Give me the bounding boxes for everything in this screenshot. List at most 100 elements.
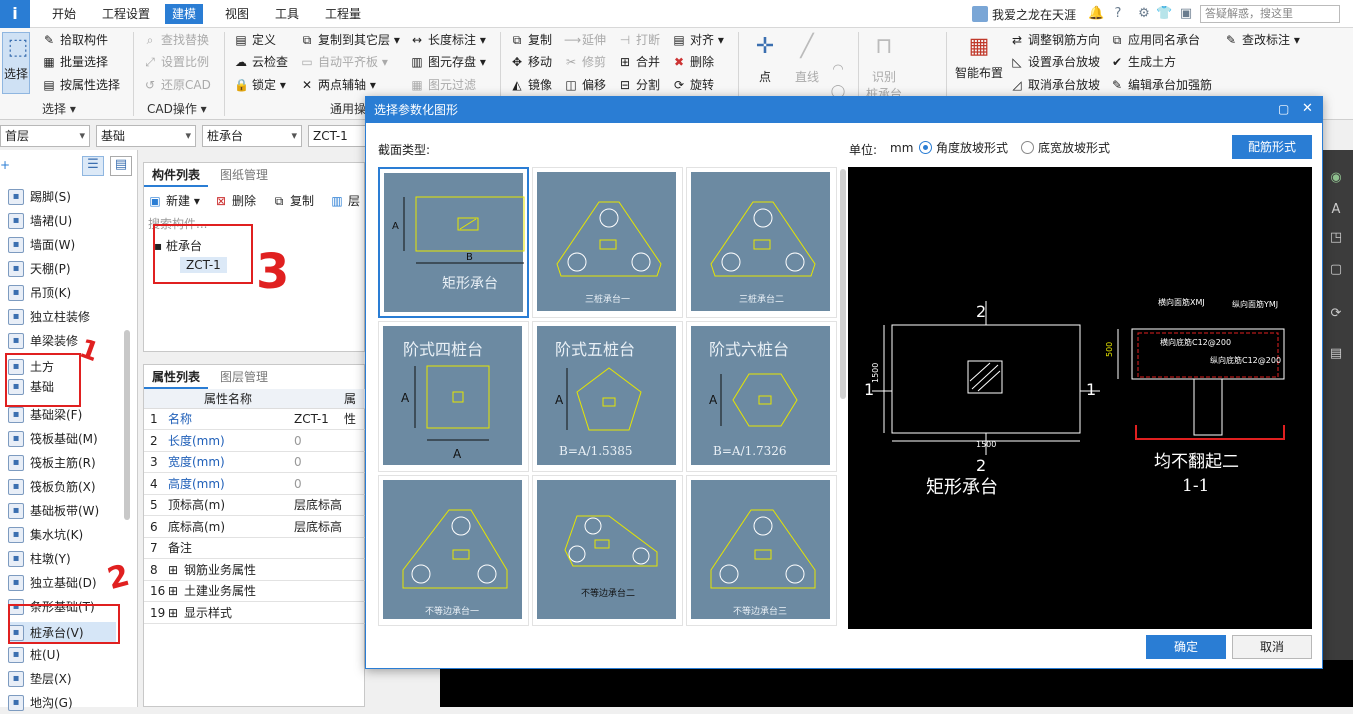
delete-button[interactable]: ✖ 删除 [672,52,714,72]
offset-button[interactable]: ◫ 偏移 [564,75,606,95]
attr-row[interactable]: 4 高度(mm) 0 [144,474,366,495]
define-button[interactable]: ▤ 定义 [234,30,276,50]
nav-item[interactable]: ▪ 筏板主筋(R) [8,452,96,474]
nav-item[interactable]: ▪ 单梁装修 [8,330,78,352]
expand-icon[interactable]: ⊞ [168,560,178,581]
scrollbar[interactable] [124,330,130,520]
lock-button[interactable]: 🔒 锁定 ▾ [234,75,286,95]
new-button[interactable]: ▣ 新建 ▾ [148,191,200,211]
set-scale[interactable]: ⤢ 设置比例 [143,52,209,72]
nav-item[interactable]: ▪ 地沟(G) [8,692,73,714]
move-button[interactable]: ✥ 移动 [510,52,552,72]
text-icon[interactable]: A [1328,202,1344,218]
attr-row[interactable]: 19 ⊞ 显示样式 [144,603,366,624]
apply-same-cap[interactable]: ⧉ 应用同名承台 [1110,30,1200,50]
nav-item[interactable]: ▪ 基础梁(F) [8,404,82,426]
attr-row[interactable]: 8 ⊞ 钢筋业务属性 [144,560,366,581]
globe-icon[interactable]: ◉ [1328,170,1344,186]
length-dim[interactable]: ↔ 长度标注 ▾ [410,30,486,50]
group-general[interactable]: 通用操 [330,100,366,118]
batch-select[interactable]: ▦ 批量选择 [42,52,108,72]
table-icon[interactable]: ▤ [1328,346,1344,362]
nav-item[interactable]: ▪ 独立柱装修 [8,306,90,328]
gen-earthwork[interactable]: ✔ 生成土方 [1110,52,1176,72]
menu-tools[interactable]: 工具 [268,4,306,24]
window-icon[interactable]: ▣ [1178,6,1194,22]
copy-button[interactable]: ⧉ 复制 [510,30,552,50]
layer-button[interactable]: ▥ 层 [330,191,360,211]
nav-item[interactable]: ▪ 吊顶(K) [8,282,71,304]
nav-item[interactable]: ▪ 天棚(P) [8,258,71,280]
menu-quantity[interactable]: 工程量 [318,4,368,24]
attr-row[interactable]: 16 ⊞ 土建业务属性 [144,581,366,602]
app-logo[interactable]: i [0,0,30,28]
user-info[interactable]: 我爱之龙在天涯 [972,5,1076,23]
nav-item[interactable]: ▪ 桩(U) [8,644,60,666]
grid-scrollbar[interactable] [840,169,846,399]
element-filter[interactable]: ▦ 图元过滤 [410,75,476,95]
close-icon[interactable]: ✕ [1302,101,1313,116]
option-angle[interactable]: 角度放坡形式 [919,139,1008,156]
attr-select[interactable]: ▤ 按属性选择 [42,75,120,95]
point-button[interactable]: ✛ 点 [748,32,782,85]
break-button[interactable]: ⊣ 打断 [618,30,660,50]
box-icon[interactable]: ▢ [1328,262,1344,278]
grid-view-icon[interactable]: ▤ [110,156,132,176]
two-point-axis[interactable]: ✕ 两点辅轴 ▾ [300,75,376,95]
cube-icon[interactable]: ◳ [1328,230,1344,246]
adjust-rebar-dir[interactable]: ⇄ 调整钢筋方向 [1010,30,1100,50]
store-element[interactable]: ▥ 图元存盘 ▾ [410,52,486,72]
edit-cap-rebar[interactable]: ✎ 编辑承台加强筋 [1110,75,1212,95]
shape-cell-step4[interactable]: 阶式四桩台 A A [378,321,529,472]
settings-icon[interactable]: ⚙ [1136,6,1152,22]
nav-item[interactable]: ▪ 垫层(X) [8,668,72,690]
shape-cell-uneq1[interactable]: 不等边承台一 [378,475,529,626]
attr-row[interactable]: 2 长度(mm) 0 [144,431,366,452]
copy-comp-button[interactable]: ⧉ 复制 [272,191,314,211]
menu-project-settings[interactable]: 工程设置 [95,4,157,24]
shape-cell-3pile-1[interactable]: 三桩承台一 [532,167,683,318]
split-button[interactable]: ⊟ 分割 [618,75,660,95]
tab-component-list[interactable]: 构件列表 [144,163,209,187]
list-view-icon[interactable]: ☰ [82,156,104,176]
nav-item[interactable]: ▪ 筏板基础(M) [8,428,98,450]
bell-icon[interactable]: 🔔 [1088,6,1104,22]
cancel-button[interactable]: 取消 [1232,635,1312,659]
select-button[interactable]: ⬚ 选择 [2,32,30,94]
attr-row[interactable]: 5 顶标高(m) 层底标高 [144,495,366,516]
cancel-slope[interactable]: ◿ 取消承台放坡 [1010,75,1100,95]
option-width[interactable]: 底宽放坡形式 [1021,139,1110,156]
nav-item[interactable]: ▪ 柱墩(Y) [8,548,71,570]
group-cad[interactable]: CAD操作 ▾ [147,100,207,118]
nav-item[interactable]: ▪ 墙面(W) [8,234,75,256]
expand-icon[interactable]: ⊞ [168,603,178,624]
shirt-icon[interactable]: 👕 [1156,6,1172,22]
attr-row[interactable]: 6 底标高(m) 层底标高 [144,517,366,538]
shape-cell-3pile-2[interactable]: 三桩承台二 [686,167,837,318]
category-select[interactable]: 基础 [96,125,196,147]
check-annotation[interactable]: ✎ 查改标注 ▾ [1224,30,1300,50]
delete-comp-button[interactable]: ⊠ 删除 [214,191,256,211]
arc-icon[interactable]: ◠ [830,62,846,78]
attr-row[interactable]: 7 备注 [144,538,366,559]
rotate-button[interactable]: ⟳ 旋转 [672,75,714,95]
find-replace[interactable]: ⌕ 查找替换 [143,30,209,50]
menu-view[interactable]: 视图 [218,4,256,24]
smart-layout-button[interactable]: ▦ 智能布置 [952,32,1006,81]
attr-row[interactable]: 1 名称 ZCT-1 [144,409,366,430]
tab-drawing-mgmt[interactable]: 图纸管理 [212,163,276,187]
nav-item[interactable]: ▪ 墙裙(U) [8,210,72,232]
search-input[interactable]: 答疑解惑，搜这里 [1200,5,1340,23]
menu-start[interactable]: 开始 [45,4,83,24]
nav-item[interactable]: ▪ 筏板负筋(X) [8,476,96,498]
shape-cell-step5[interactable]: 阶式五桩台 A B=A/1.5385 [532,321,683,472]
shape-cell-rect[interactable]: A B 矩形承台 [378,167,529,318]
type-select[interactable]: 桩承台 [202,125,302,147]
help-icon[interactable]: ? [1110,6,1126,22]
shape-cell-uneq2[interactable]: 不等边承台二 [532,475,683,626]
auto-flush-slab[interactable]: ▭ 自动平齐板 ▾ [300,52,388,72]
merge-button[interactable]: ⊞ 合并 [618,52,660,72]
rotate-view-icon[interactable]: ⟳ [1328,306,1344,322]
cloud-check[interactable]: ☁ 云检查 [234,52,288,72]
shape-cell-step6[interactable]: 阶式六桩台 A B=A/1.7326 [686,321,837,472]
